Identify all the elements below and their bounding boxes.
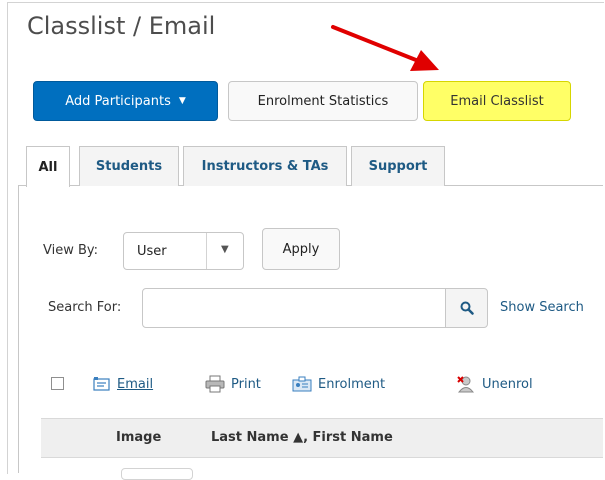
chevron-down-icon: ▼: [178, 96, 186, 106]
search-for-label: Search For:: [48, 300, 122, 315]
column-header-image: Image: [116, 430, 162, 445]
unenrol-action[interactable]: Unenrol: [456, 375, 533, 393]
enrolment-statistics-label: Enrolment Statistics: [257, 93, 389, 109]
search-button[interactable]: [445, 288, 488, 328]
tab-support-label: Support: [368, 159, 428, 174]
tab-all-label: All: [38, 159, 58, 175]
enrolment-statistics-button[interactable]: Enrolment Statistics: [228, 81, 418, 121]
tab-instructors-tas[interactable]: Instructors & TAs: [183, 146, 347, 186]
email-icon: [93, 377, 110, 391]
table-row: [121, 468, 193, 480]
view-by-value: User: [137, 244, 167, 259]
unenrol-icon: [457, 376, 475, 393]
view-by-label: View By:: [43, 243, 99, 258]
email-classlist-button[interactable]: Email Classlist: [423, 81, 571, 121]
chevron-down-icon: ▼: [221, 244, 229, 255]
apply-button[interactable]: Apply: [262, 228, 340, 270]
show-search-options-link[interactable]: Show Search: [500, 300, 584, 315]
email-action-label: Email: [117, 376, 154, 392]
tab-support[interactable]: Support: [351, 146, 445, 186]
print-action-label: Print: [231, 376, 261, 392]
add-participants-label: Add Participants: [65, 93, 171, 109]
select-divider: [206, 233, 207, 269]
tab-instructors-label: Instructors & TAs: [201, 159, 329, 174]
view-by-select[interactable]: User ▼: [123, 232, 244, 270]
add-participants-button[interactable]: Add Participants ▼: [33, 81, 218, 121]
column-header-name[interactable]: Last Name ▲, First Name: [211, 430, 393, 445]
email-classlist-label: Email Classlist: [450, 93, 544, 109]
content-border: [18, 185, 19, 473]
print-action[interactable]: Print: [205, 375, 261, 393]
enrolment-action-label: Enrolment: [318, 376, 386, 392]
select-all-checkbox[interactable]: [51, 377, 64, 390]
email-action[interactable]: Email: [93, 375, 153, 393]
tab-students[interactable]: Students: [79, 146, 179, 186]
page-title: Classlist / Email: [27, 12, 216, 40]
enrolment-action[interactable]: Enrolment: [292, 375, 385, 393]
printer-icon: [205, 375, 225, 393]
search-icon: [460, 301, 474, 315]
unenrol-action-label: Unenrol: [482, 376, 533, 392]
table-header: Image Last Name ▲, First Name: [41, 418, 603, 458]
apply-label: Apply: [282, 241, 320, 257]
tab-all[interactable]: All: [26, 146, 70, 187]
enrolment-icon: [292, 376, 312, 392]
search-input[interactable]: [142, 288, 446, 328]
tab-students-label: Students: [95, 159, 163, 174]
